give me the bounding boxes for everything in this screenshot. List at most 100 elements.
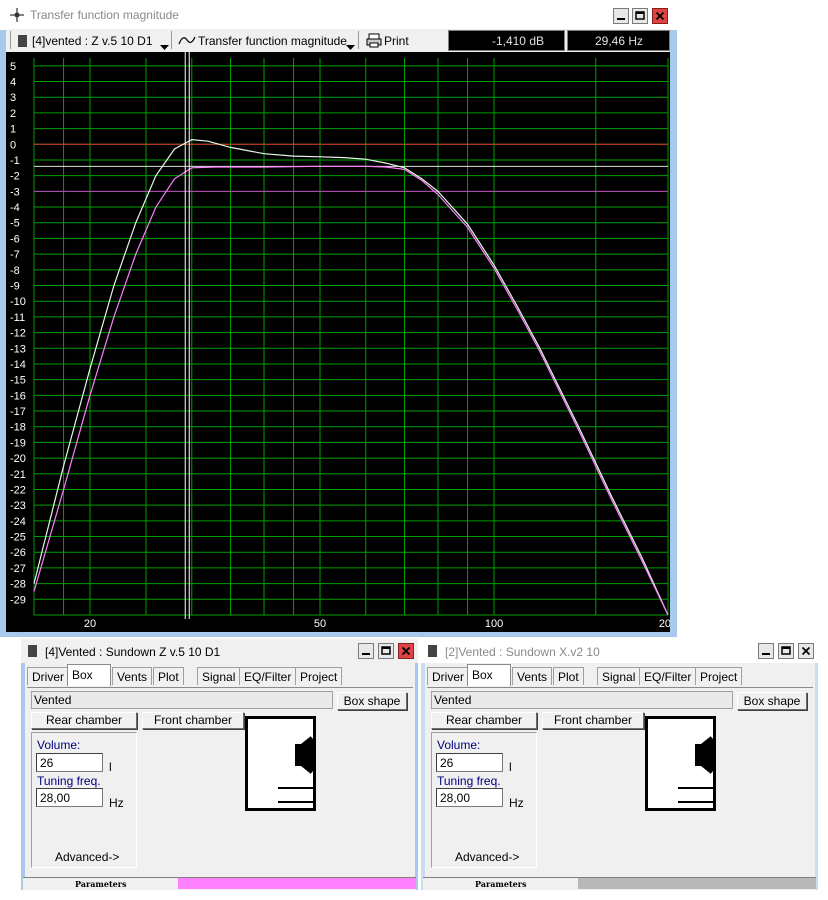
tuning-label: Tuning freq. xyxy=(37,774,101,788)
tab-project[interactable]: Project xyxy=(295,667,343,685)
status-bar: Parameters xyxy=(423,877,816,890)
box-type-field: Vented xyxy=(31,691,333,709)
minimize-icon[interactable] xyxy=(758,643,774,659)
y-tick-label: -10 xyxy=(10,296,26,308)
tab-box[interactable]: Box xyxy=(67,664,111,686)
y-tick-label: -18 xyxy=(10,422,26,434)
y-tick-label: -21 xyxy=(10,469,26,481)
y-tick-label: -15 xyxy=(10,375,26,387)
y-tick-label: -7 xyxy=(10,249,20,261)
front-chamber-button[interactable]: Front chamber xyxy=(142,712,244,729)
tab-vents[interactable]: Vents xyxy=(112,667,153,685)
rear-chamber-button[interactable]: Rear chamber xyxy=(431,712,537,729)
close-icon[interactable] xyxy=(798,643,814,659)
tab-signal[interactable]: Signal xyxy=(197,667,241,685)
box-shape-button[interactable]: Box shape xyxy=(737,692,807,710)
hz-readout-value: 29,46 Hz xyxy=(594,34,643,48)
tab-vents[interactable]: Vents xyxy=(512,667,553,685)
box-type-field: Vented xyxy=(431,691,733,709)
minimize-icon[interactable] xyxy=(358,643,374,659)
tab-strip: Driver Box Vents Plot Signal EQ/Filter P… xyxy=(427,664,813,688)
tab-plot[interactable]: Plot xyxy=(553,667,584,685)
tuning-label: Tuning freq. xyxy=(437,774,501,788)
app-icon xyxy=(10,8,24,22)
magnitude-chart[interactable]: 5 4 3 2 1 0 -1 -2 -3 -4 -5 -6 -7 -8 -9 -10 -11 -12 -13 -14 -… xyxy=(6,52,670,632)
box-type-value: Vented xyxy=(34,693,72,707)
series-line-1 xyxy=(33,138,669,616)
tab-eq-filter[interactable]: EQ/Filter xyxy=(639,667,697,685)
box-shape-button[interactable]: Box shape xyxy=(337,692,407,710)
volume-label: Volume: xyxy=(37,738,81,752)
db-readout: -1,410 dB xyxy=(448,30,565,51)
x-tick-label: 200 xyxy=(659,618,670,630)
y-tick-label: 3 xyxy=(10,92,16,104)
tab-driver[interactable]: Driver xyxy=(27,667,69,685)
box-window-left: [4]Vented : Sundown Z v.5 10 D1 Driver B… xyxy=(21,639,418,890)
tab-box[interactable]: Box xyxy=(467,664,511,686)
advanced-link[interactable]: Advanced-> xyxy=(55,850,119,864)
maximize-icon[interactable] xyxy=(378,643,394,659)
dropdown-arrow-icon[interactable] xyxy=(346,39,355,53)
db-readout-value: -1,410 dB xyxy=(491,34,544,48)
box-diagram xyxy=(245,716,317,812)
project-select[interactable]: [4]vented : Z v.5 10 D1 xyxy=(14,31,172,50)
tab-project[interactable]: Project xyxy=(695,667,743,685)
tuning-unit: Hz xyxy=(509,796,524,810)
hz-readout: 29,46 Hz xyxy=(567,30,670,51)
curve-icon xyxy=(178,34,196,49)
y-tick-label: 1 xyxy=(10,124,16,136)
y-tick-label: 5 xyxy=(10,61,16,73)
status-label: Parameters xyxy=(75,879,127,889)
volume-input[interactable]: 26 xyxy=(36,753,103,772)
status-color-bar xyxy=(578,878,816,889)
main-titlebar[interactable]: Transfer function magnitude xyxy=(0,0,677,30)
box-diagram xyxy=(645,716,717,812)
y-tick-label: -1 xyxy=(10,155,20,167)
maximize-icon[interactable] xyxy=(632,8,648,24)
window-title: Transfer function magnitude xyxy=(30,8,179,22)
tab-signal[interactable]: Signal xyxy=(597,667,641,685)
tab-plot[interactable]: Plot xyxy=(153,667,184,685)
y-tick-label: -14 xyxy=(10,359,26,371)
y-tick-label: 4 xyxy=(10,77,16,89)
y-tick-label: -19 xyxy=(10,437,26,449)
volume-input[interactable]: 26 xyxy=(436,753,503,772)
project-select-value: [4]vented : Z v.5 10 D1 xyxy=(32,34,153,48)
front-chamber-button[interactable]: Front chamber xyxy=(542,712,644,729)
advanced-link[interactable]: Advanced-> xyxy=(455,850,519,864)
box-body-right: Driver Box Vents Plot Signal EQ/Filter P… xyxy=(425,663,815,877)
box-titlebar-right[interactable]: [2]Vented : Sundown X.v2 10 xyxy=(421,639,818,663)
volume-unit: l xyxy=(109,760,112,774)
tab-driver[interactable]: Driver xyxy=(427,667,469,685)
toolbar-separator xyxy=(358,31,359,49)
transfer-function-window: Transfer function magnitude [4]vented : … xyxy=(0,0,677,637)
tuning-input[interactable]: 28,00 xyxy=(436,788,503,807)
x-tick-label: 20 xyxy=(84,618,96,630)
printer-icon xyxy=(366,33,382,51)
plot-select[interactable]: Transfer function magnitude xyxy=(176,31,356,50)
y-tick-label: -2 xyxy=(10,171,20,183)
box-titlebar-left[interactable]: [4]Vented : Sundown Z v.5 10 D1 xyxy=(21,639,418,663)
tuning-unit: Hz xyxy=(109,796,124,810)
x-tick-label: 100 xyxy=(485,618,503,630)
y-tick-label: -27 xyxy=(10,563,26,575)
close-icon[interactable] xyxy=(398,643,414,659)
box-window-right: [2]Vented : Sundown X.v2 10 Driver Box V… xyxy=(421,639,818,890)
y-tick-label: -23 xyxy=(10,500,26,512)
y-tick-label: -3 xyxy=(10,186,20,198)
y-tick-label: -4 xyxy=(10,202,20,214)
toolbar-separator xyxy=(10,31,11,49)
close-icon[interactable] xyxy=(652,8,668,24)
print-button[interactable]: Print xyxy=(364,31,414,50)
dropdown-arrow-icon[interactable] xyxy=(160,39,169,53)
tuning-input[interactable]: 28,00 xyxy=(36,788,103,807)
minimize-icon[interactable] xyxy=(613,8,629,24)
y-tick-label: -22 xyxy=(10,484,26,496)
maximize-icon[interactable] xyxy=(778,643,794,659)
box-type-value: Vented xyxy=(434,693,472,707)
volume-label: Volume: xyxy=(437,738,481,752)
rear-chamber-button[interactable]: Rear chamber xyxy=(31,712,137,729)
tab-eq-filter[interactable]: EQ/Filter xyxy=(239,667,297,685)
series-line-2 xyxy=(33,165,669,616)
status-label: Parameters xyxy=(475,879,527,889)
